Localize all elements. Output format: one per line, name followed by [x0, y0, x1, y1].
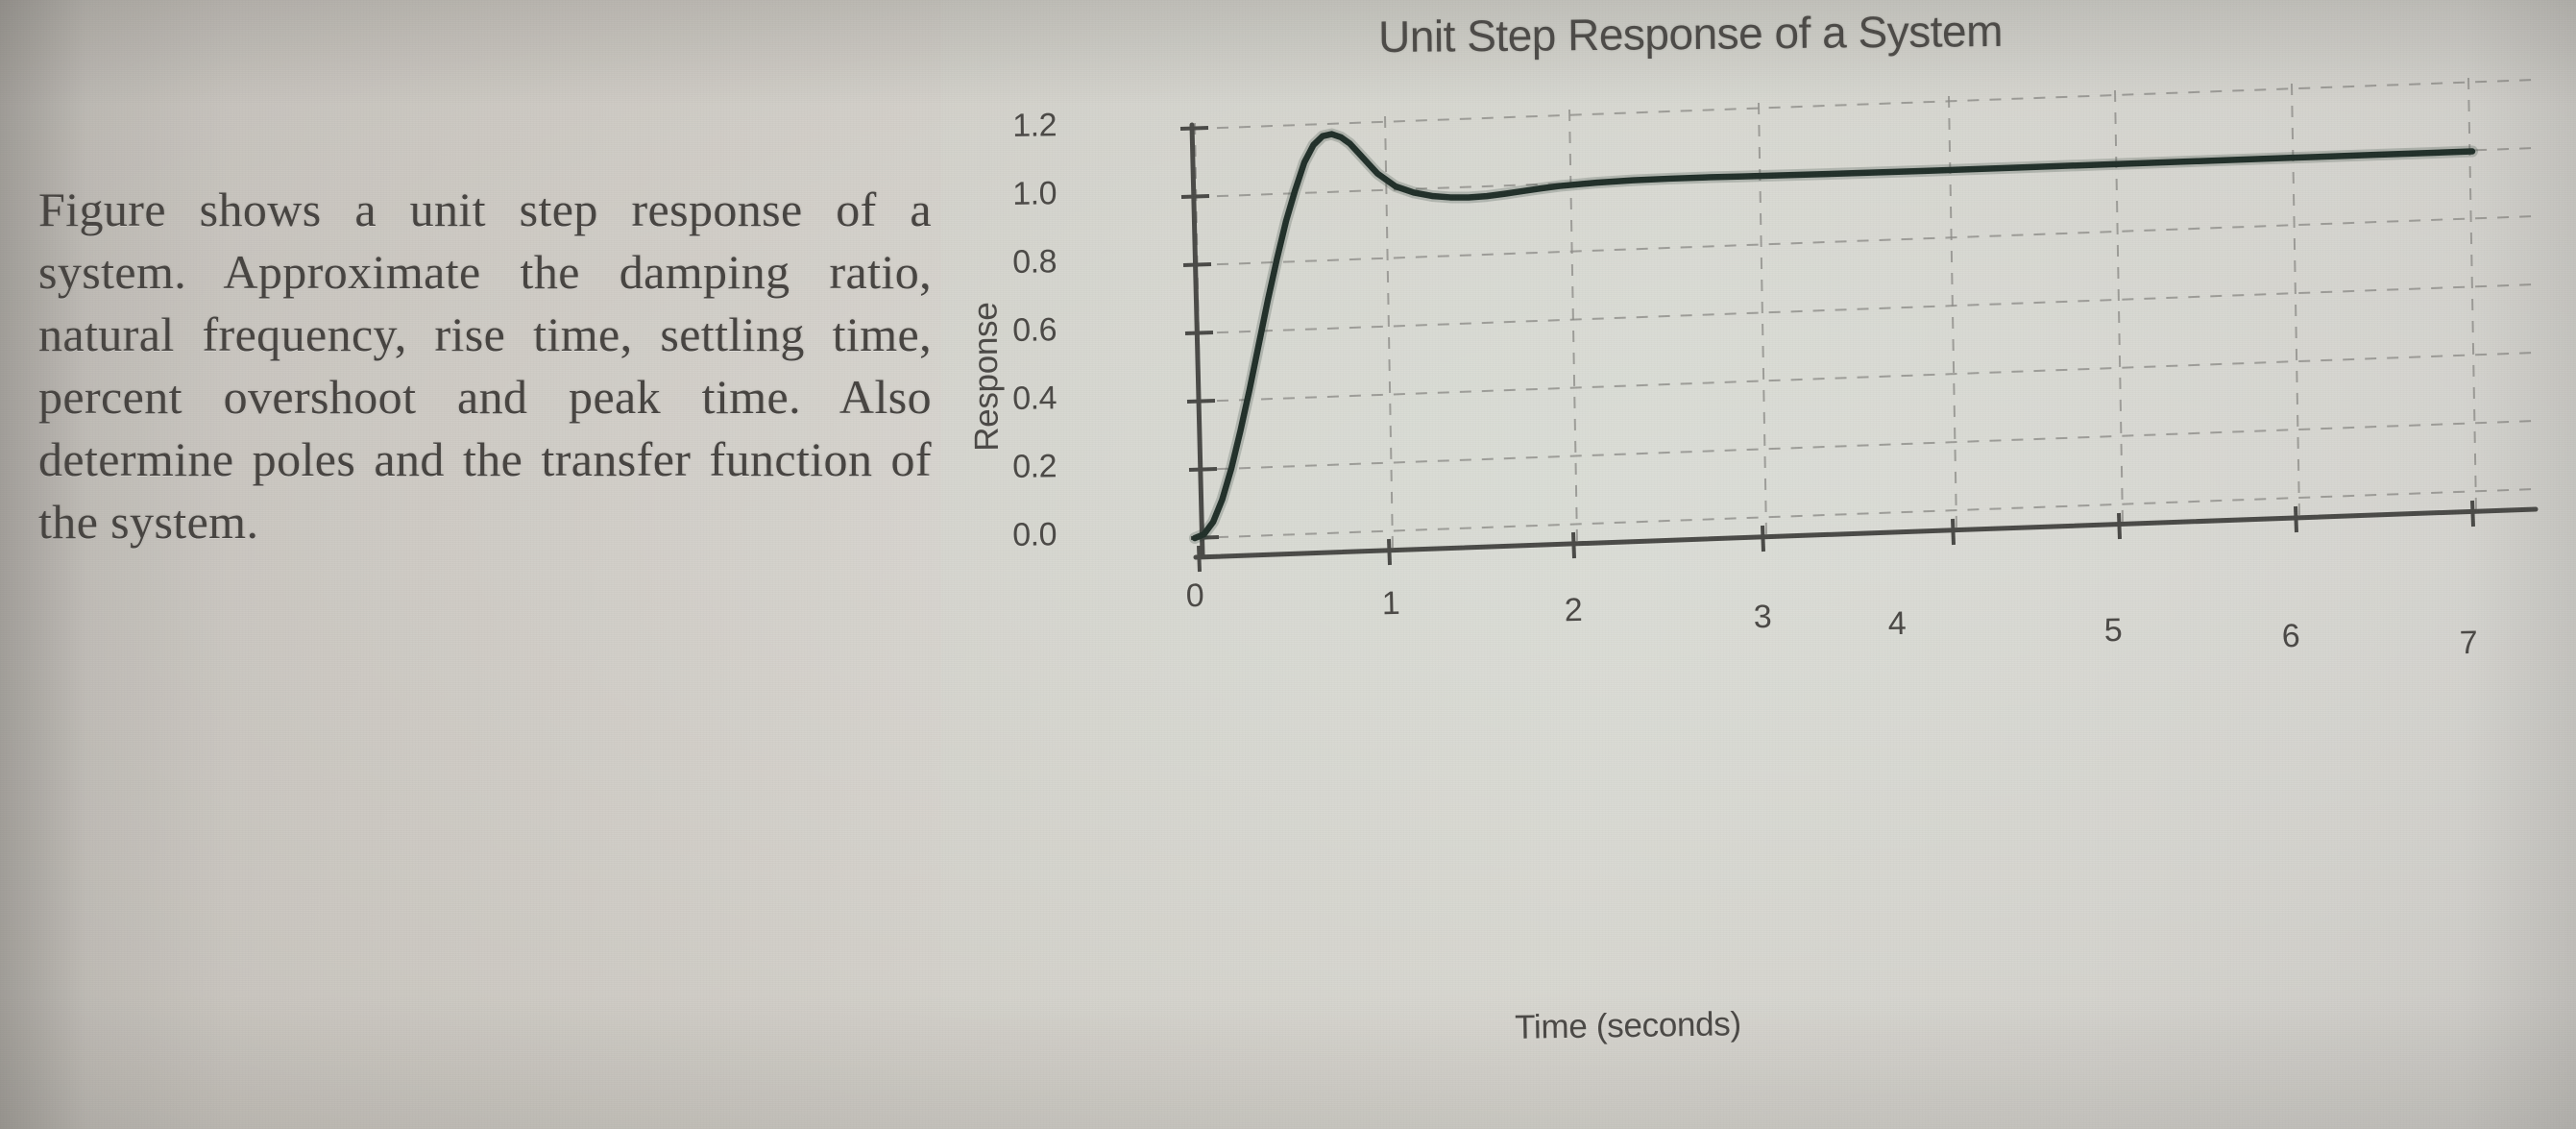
question-paragraph: Figure shows a unit step response of a s…: [38, 183, 932, 549]
photo-of-textbook-page: Figure shows a unit step response of a s…: [0, 0, 2576, 1129]
step-response-figure: Unit Step Response of a System Response …: [941, 0, 2576, 1129]
horizontal-gridlines: [1194, 79, 2537, 539]
vertical-gridlines: [1194, 77, 2477, 556]
y-axis-spine: [1189, 122, 1205, 558]
plot-canvas: [1179, 77, 2539, 573]
x-axis-spine: [1193, 506, 2539, 560]
response-curve: [1191, 131, 2476, 542]
response-curve-halo: [1189, 128, 2478, 544]
